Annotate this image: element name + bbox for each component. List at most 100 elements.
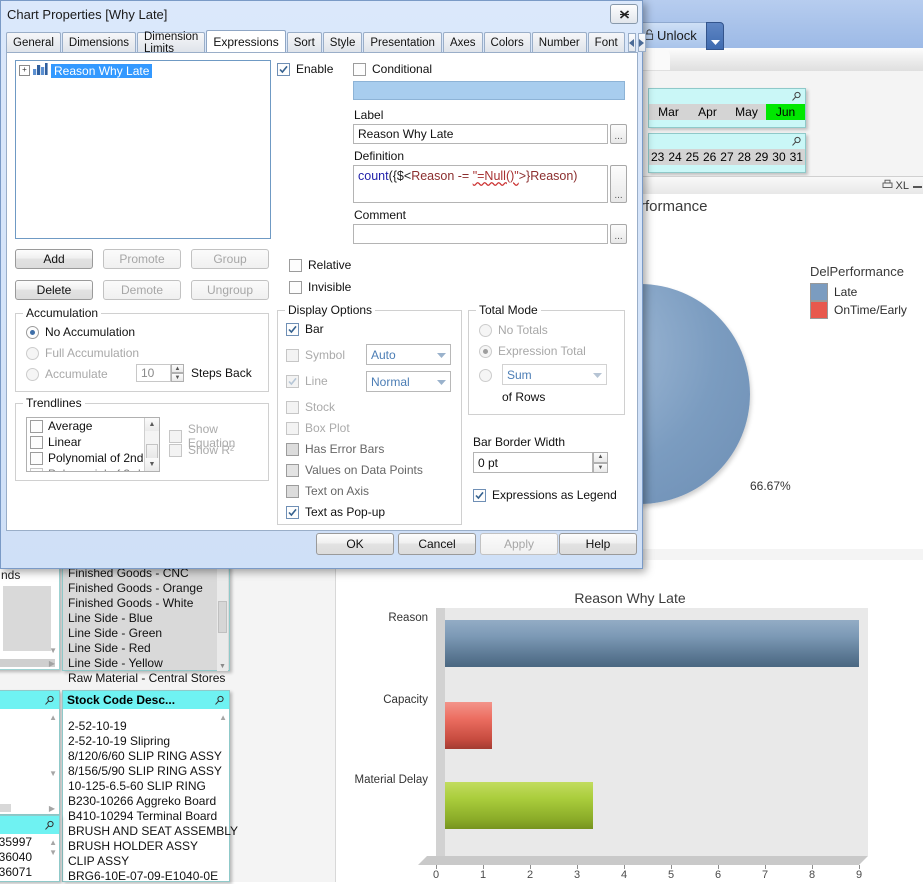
text-as-popup-checkbox[interactable]: Text as Pop-up (286, 505, 385, 519)
help-button[interactable]: Help (559, 533, 637, 555)
checkbox-icon[interactable] (30, 451, 43, 465)
tab-expressions[interactable]: Expressions (206, 30, 286, 52)
day-cell[interactable]: 24 (666, 149, 683, 165)
stock-code-listbox[interactable]: Stock Code Desc... 2-52-10-19 2-52-10-19… (62, 690, 238, 883)
bar-material-delay[interactable] (445, 782, 594, 829)
tab-dimension-limits[interactable]: Dimension Limits (137, 31, 206, 55)
month-cell[interactable]: Mar (649, 104, 688, 120)
spinner-up-icon[interactable]: ▲ (171, 364, 184, 373)
tab-number[interactable]: Number (531, 32, 587, 52)
legend-item[interactable]: OnTime/Early (810, 301, 907, 319)
add-button[interactable]: Add (15, 249, 93, 269)
list-item[interactable]: 2-52-10-19 (63, 719, 229, 734)
month-filter-listbox[interactable]: Mar Apr May Jun (648, 88, 806, 128)
spinner-down-icon[interactable]: ▼ (593, 462, 608, 473)
line-select[interactable]: Normal (366, 371, 451, 392)
tab-presentation[interactable]: Presentation (363, 32, 442, 52)
month-cell[interactable]: Apr (688, 104, 727, 120)
scroll-right-arrow-icon[interactable]: ▶ (49, 804, 55, 813)
ok-button[interactable]: OK (316, 533, 394, 555)
search-icon[interactable] (44, 820, 55, 831)
list-item[interactable]: Line Side - Green (63, 626, 229, 641)
tab-general[interactable]: General (6, 32, 61, 52)
trendline-item-poly2[interactable]: Polynomial of 2nd d (27, 450, 159, 466)
scroll-down-arrow-icon[interactable]: ▼ (49, 646, 57, 655)
steps-back-spinner[interactable]: ▲ ▼ (171, 364, 184, 382)
chevron-down-icon[interactable] (437, 348, 446, 362)
box-plot-checkbox[interactable]: Box Plot (286, 421, 350, 435)
scroll-up-arrow-icon[interactable]: ▲ (145, 418, 159, 431)
definition-input[interactable]: count({$<Reason -= "=Null()">}Reason) (353, 165, 608, 203)
comment-input[interactable] (353, 224, 608, 244)
search-icon[interactable] (44, 695, 55, 706)
scroll-up-arrow-icon[interactable]: ▲ (49, 713, 57, 722)
print-icon[interactable] (882, 179, 893, 193)
month-cell[interactable]: May (727, 104, 766, 120)
tab-axes[interactable]: Axes (442, 32, 483, 52)
radio-no-accumulation[interactable]: No Accumulation (26, 325, 135, 339)
scroll-up-arrow-icon[interactable]: ▲ (49, 838, 57, 847)
day-cell[interactable]: 30 (770, 149, 787, 165)
dialog-tabstrip[interactable]: General Dimensions Dimension Limits Expr… (6, 30, 646, 55)
list-item[interactable]: B410-10294 Terminal Board (63, 809, 229, 824)
tab-sort[interactable]: Sort (286, 32, 322, 52)
spinner-up-icon[interactable]: ▲ (593, 452, 608, 463)
list-item[interactable]: Finished Goods - White (63, 596, 229, 611)
promote-button[interactable]: Promote (103, 249, 181, 269)
scroll-down-arrow-icon[interactable]: ▼ (145, 458, 159, 471)
day-cell[interactable]: 31 (788, 149, 805, 165)
list-item[interactable]: CLIP ASSY (63, 854, 229, 869)
day-cell[interactable]: 25 (684, 149, 701, 165)
list-item[interactable]: 036071 (0, 865, 59, 880)
tab-scroll-right-icon[interactable] (637, 33, 646, 52)
line-checkbox[interactable]: Line (286, 374, 328, 388)
left-partial-listbox[interactable]: nds ▼ ▶ (0, 565, 60, 670)
scrollbar-thumb[interactable] (218, 601, 227, 633)
chart-properties-dialog[interactable]: Chart Properties [Why Late] General Dime… (0, 0, 646, 569)
warehouse-scrollbar[interactable]: ▼ (217, 565, 228, 671)
radio-accumulate[interactable]: Accumulate (26, 367, 108, 381)
label-input[interactable]: Reason Why Late (353, 124, 608, 144)
bar-checkbox[interactable]: Bar (286, 322, 324, 336)
trendline-item-poly3[interactable]: Polynomial of 3rd d (27, 466, 159, 471)
radio-full-accumulation[interactable]: Full Accumulation (26, 346, 139, 360)
horizontal-scrollbar[interactable] (0, 804, 11, 812)
radio-no-totals[interactable]: No Totals (479, 323, 548, 337)
spinner-down-icon[interactable]: ▼ (171, 373, 184, 382)
list-item[interactable]: BRUSH HOLDER ASSY (63, 839, 229, 854)
chevron-down-icon[interactable] (437, 375, 446, 389)
day-cell[interactable]: 28 (736, 149, 753, 165)
conditional-input[interactable] (353, 81, 625, 100)
expression-tree[interactable]: + Reason Why Late (15, 60, 271, 239)
aggregation-select[interactable]: Sum (502, 364, 607, 385)
day-cell[interactable]: 29 (753, 149, 770, 165)
left-partial-selection[interactable] (3, 586, 51, 651)
legend-item[interactable]: Late (810, 283, 907, 301)
unlock-dropdown-caret-icon[interactable] (706, 22, 724, 50)
demote-button[interactable]: Demote (103, 280, 181, 300)
expand-icon[interactable]: + (19, 65, 30, 76)
scroll-down-arrow-icon[interactable]: ▼ (49, 769, 57, 778)
small-c-listbox[interactable]: C... ▲ ▼ ▶ (0, 690, 60, 815)
search-icon[interactable] (791, 91, 802, 102)
group-button[interactable]: Group (191, 249, 269, 269)
invisible-checkbox[interactable]: Invisible (289, 280, 351, 294)
scroll-down-arrow-icon[interactable]: ▼ (219, 663, 226, 670)
trendlines-listbox[interactable]: Average Linear Polynomial of 2nd d Polyn… (26, 417, 160, 472)
minimize-icon[interactable] (912, 179, 923, 193)
list-item[interactable]: Finished Goods - Orange (63, 581, 229, 596)
list-item[interactable]: Raw Material - Central Stores (63, 671, 229, 686)
tab-dimensions[interactable]: Dimensions (61, 32, 136, 52)
list-item[interactable]: Line Side - Yellow (63, 656, 229, 671)
scroll-right-arrow-icon[interactable]: ▶ (49, 659, 55, 668)
label-ellipsis-button[interactable]: ... (610, 124, 627, 144)
list-item[interactable]: Line Side - Red (63, 641, 229, 656)
tab-style[interactable]: Style (322, 32, 363, 52)
month-cell-selected[interactable]: Jun (766, 104, 805, 120)
enable-checkbox[interactable]: Enable (277, 62, 333, 76)
symbol-checkbox[interactable]: Symbol (286, 348, 345, 362)
stock-checkbox[interactable]: Stock (286, 400, 335, 414)
trendlines-scrollbar[interactable]: ▲ ▼ (144, 418, 159, 471)
bar-capacity[interactable] (445, 702, 492, 749)
list-item[interactable]: B230-10266 Aggreko Board (63, 794, 229, 809)
